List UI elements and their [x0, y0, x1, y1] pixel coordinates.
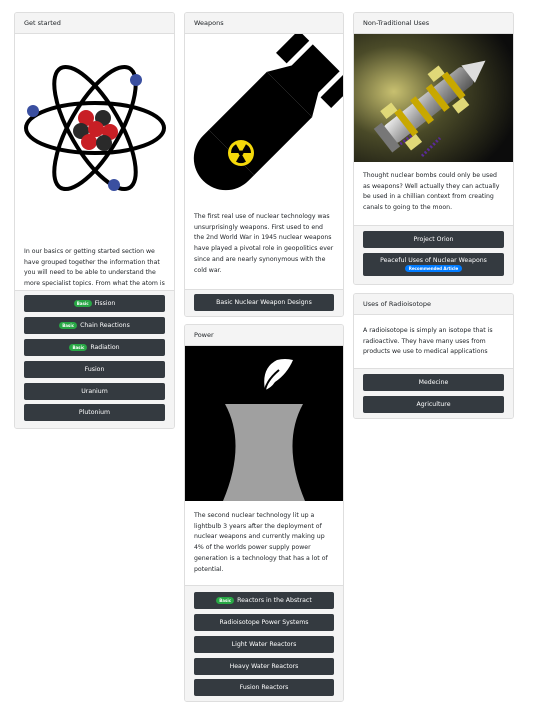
- cooling-tower-illustration: [185, 346, 343, 501]
- radioisotope-power-systems-button[interactable]: Radioisotope Power Systems: [194, 614, 334, 631]
- uranium-button[interactable]: Uranium: [24, 383, 165, 400]
- button-label: Reactors in the Abstract: [237, 597, 312, 604]
- button-label: Fusion: [84, 366, 105, 373]
- card-get-started: Get started In our basics or getting sta…: [14, 12, 175, 429]
- basic-badge: Basic: [69, 344, 88, 351]
- button-label: Chain Reactions: [80, 322, 130, 329]
- card-non-traditional-uses: Non-Traditional Uses Thought nuclear bom…: [353, 12, 514, 285]
- spacecraft-illustration: [354, 34, 513, 162]
- button-label: Radiation: [90, 344, 120, 351]
- radiation-button[interactable]: Basic Radiation: [24, 339, 165, 356]
- card-text: Thought nuclear bombs could only be used…: [363, 172, 500, 212]
- basic-badge: Basic: [216, 597, 235, 604]
- fusion-button[interactable]: Fusion: [24, 361, 165, 378]
- fusion-reactors-button[interactable]: Fusion Reactors: [194, 679, 334, 696]
- button-label: Light Water Reactors: [231, 641, 297, 648]
- card-title: Weapons: [185, 13, 343, 34]
- basic-badge: Basic: [73, 300, 92, 307]
- card-footer: Basic Nuclear Weapon Designs: [185, 289, 343, 316]
- card-text: A radioisotope is simply an isotope that…: [363, 327, 493, 356]
- card-title: Get started: [15, 13, 174, 34]
- button-label: Heavy Water Reactors: [229, 663, 299, 670]
- basic-nuclear-weapon-designs-button[interactable]: Basic Nuclear Weapon Designs: [194, 294, 334, 311]
- card-text: The first real use of nuclear technology…: [194, 213, 334, 274]
- peaceful-uses-button[interactable]: Peaceful Uses of Nuclear Weapons Recomme…: [363, 253, 504, 276]
- bomb-radiation-icon: [193, 34, 343, 191]
- card-footer: Basic Reactors in the Abstract Radioisot…: [185, 585, 343, 701]
- card-power: Power The second nuclear technology lit …: [184, 324, 344, 702]
- card-text: The second nuclear technology lit up a l…: [194, 512, 328, 573]
- card-footer: Project Orion Peaceful Uses of Nuclear W…: [354, 225, 513, 284]
- atom-illustration: [24, 64, 166, 192]
- medecine-button[interactable]: Medecine: [363, 374, 504, 391]
- project-orion-button[interactable]: Project Orion: [363, 231, 504, 248]
- button-label: Agriculture: [416, 401, 451, 408]
- recommended-badge: Recommended Article: [404, 265, 463, 272]
- card-uses-of-radioisotope: Uses of Radioisotope A radioisotope is s…: [353, 293, 514, 419]
- button-label: Basic Nuclear Weapon Designs: [216, 299, 312, 306]
- button-label: Fusion Reactors: [239, 684, 289, 691]
- button-label: Medecine: [418, 379, 449, 386]
- button-label: Uranium: [81, 388, 108, 395]
- card-title: Power: [185, 325, 343, 346]
- light-water-reactors-button[interactable]: Light Water Reactors: [194, 636, 334, 653]
- agriculture-button[interactable]: Agriculture: [363, 396, 504, 413]
- heavy-water-reactors-button[interactable]: Heavy Water Reactors: [194, 658, 334, 675]
- card-title: Non-Traditional Uses: [354, 13, 513, 34]
- plutonium-button[interactable]: Plutonium: [24, 404, 165, 421]
- card-weapons: Weapons The first real use of nuclear te…: [184, 12, 344, 317]
- card-footer: Medecine Agriculture: [354, 368, 513, 418]
- basic-badge: Basic: [59, 322, 78, 329]
- reactors-in-the-abstract-button[interactable]: Basic Reactors in the Abstract: [194, 592, 334, 609]
- chain-reactions-button[interactable]: Basic Chain Reactions: [24, 317, 165, 334]
- button-label: Project Orion: [413, 236, 454, 243]
- fission-button[interactable]: Basic Fission: [24, 295, 165, 312]
- button-label: Plutonium: [78, 409, 111, 416]
- button-label: Fission: [94, 300, 116, 307]
- card-footer: Basic Fission Basic Chain Reactions Basi…: [15, 290, 174, 428]
- button-label: Peaceful Uses of Nuclear Weapons: [380, 257, 487, 264]
- card-title: Uses of Radioisotope: [354, 294, 513, 315]
- button-label: Radioisotope Power Systems: [219, 619, 309, 626]
